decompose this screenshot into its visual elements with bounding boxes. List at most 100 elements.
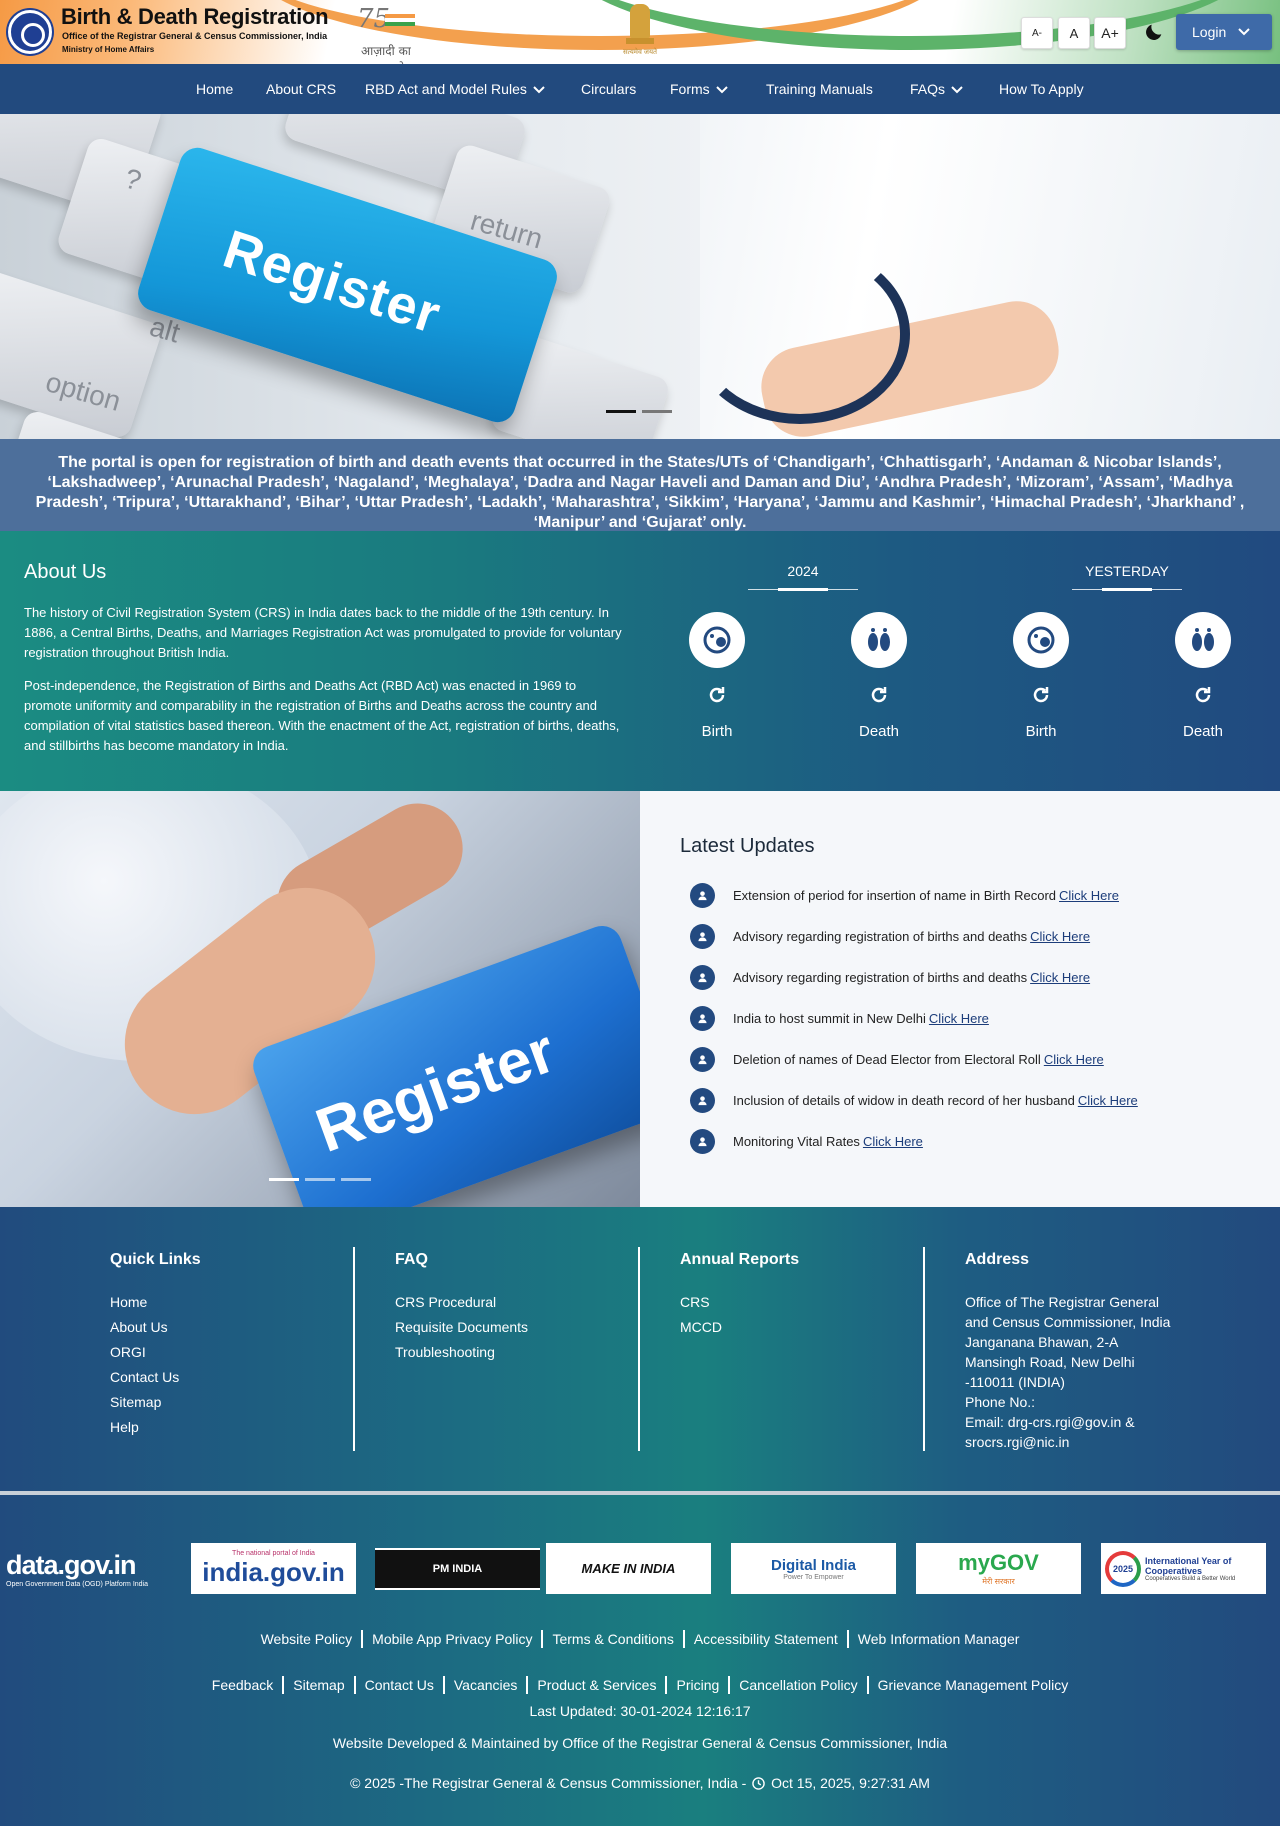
digital-india-logo[interactable]: Digital India Power To Empower: [731, 1543, 896, 1594]
nav-item-training-manuals[interactable]: Training Manuals: [766, 64, 873, 114]
policy-link[interactable]: Sitemap: [284, 1676, 356, 1694]
address-line: -110011 (INDIA): [965, 1374, 1065, 1390]
stats-period-underline: [1072, 588, 1182, 591]
nav-item-rbd-act[interactable]: RBD Act and Model Rules: [365, 64, 545, 114]
footer-link[interactable]: About Us: [110, 1319, 168, 1335]
update-click-here-link[interactable]: Click Here: [1059, 888, 1119, 903]
update-click-here-link[interactable]: Click Here: [929, 1011, 989, 1026]
refresh-icon[interactable]: [867, 683, 891, 707]
hero-carousel[interactable]: return alt option ? Register: [0, 114, 1280, 439]
stats-period-yesterday[interactable]: YESTERDAY: [1072, 563, 1182, 579]
address-block: Office of The Registrar General and Censu…: [965, 1292, 1175, 1452]
pm-india-logo[interactable]: PM INDIA: [375, 1548, 540, 1590]
footer-link[interactable]: CRS Procedural: [395, 1294, 496, 1310]
digital-india-logo-sub: Power To Empower: [783, 1573, 844, 1581]
policy-link[interactable]: Cancellation Policy: [730, 1676, 869, 1694]
font-normal-button[interactable]: A: [1058, 17, 1090, 49]
chevron-down-icon: [951, 86, 963, 94]
footer-link[interactable]: Requisite Documents: [395, 1319, 528, 1335]
nav-label: Circulars: [581, 81, 637, 97]
registration-notice: The portal is open for registration of b…: [0, 439, 1280, 531]
footer-link[interactable]: Home: [110, 1294, 147, 1310]
emblem-motto: सत्यमेव जयते: [622, 49, 658, 56]
nav-item-circulars[interactable]: Circulars: [581, 64, 636, 114]
data-gov-logo[interactable]: data.gov.in Open Government Data (OGD) P…: [6, 1543, 171, 1594]
footprint-icon: [1175, 612, 1231, 668]
update-click-here-link[interactable]: Click Here: [863, 1134, 923, 1149]
policy-link[interactable]: Feedback: [203, 1676, 285, 1694]
policy-link[interactable]: Pricing: [667, 1676, 731, 1694]
digital-india-logo-text: Digital India: [770, 1556, 856, 1574]
updates-slide-indicator-1[interactable]: [269, 1178, 299, 1181]
updates-image-carousel[interactable]: Register: [0, 791, 640, 1207]
make-in-india-logo-text: MAKE IN INDIA: [581, 1561, 676, 1576]
make-in-india-logo[interactable]: MAKE IN INDIA: [546, 1543, 711, 1594]
login-label: Login: [1192, 24, 1227, 40]
update-text: Advisory regarding registration of birth…: [733, 969, 1028, 985]
login-button[interactable]: Login: [1176, 14, 1272, 50]
copyright-line: © 2025 -The Registrar General & Census C…: [0, 1775, 1280, 1791]
footer-link[interactable]: Help: [110, 1419, 139, 1435]
policy-link[interactable]: Web Information Manager: [849, 1630, 1029, 1648]
updates-slide-indicator-2[interactable]: [305, 1178, 335, 1181]
nav-item-forms[interactable]: Forms: [670, 64, 728, 114]
address-line: Office of The Registrar General: [965, 1294, 1160, 1310]
mygov-logo[interactable]: myGOV मेरी सरकार: [916, 1543, 1081, 1594]
footer-link[interactable]: MCCD: [680, 1319, 722, 1335]
refresh-icon[interactable]: [1029, 683, 1053, 707]
footer-link[interactable]: Contact Us: [110, 1369, 179, 1385]
policy-links-row-1: Website Policy Mobile App Privacy Policy T…: [0, 1630, 1280, 1648]
update-click-here-link[interactable]: Click Here: [1078, 1093, 1138, 1108]
annual-reports-title: Annual Reports: [680, 1251, 800, 1268]
update-click-here-link[interactable]: Click Here: [1030, 929, 1090, 944]
policy-link[interactable]: Vacancies: [445, 1676, 529, 1694]
policy-links-row-2: Feedback Sitemap Contact Us Vacancies Produc…: [0, 1676, 1280, 1694]
policy-link[interactable]: Contact Us: [356, 1676, 445, 1694]
update-item: Advisory regarding registration of birth…: [690, 921, 1090, 951]
update-text: Monitoring Vital Rates: [733, 1133, 860, 1149]
policy-link[interactable]: Website Policy: [252, 1630, 364, 1648]
footer-link[interactable]: Troubleshooting: [395, 1344, 495, 1360]
crs-logo[interactable]: [8, 10, 52, 54]
font-increase-button[interactable]: A+: [1094, 17, 1126, 49]
update-click-here-link[interactable]: Click Here: [1044, 1052, 1104, 1067]
footer-separator: [0, 1491, 1280, 1495]
nav-item-faqs[interactable]: FAQs: [910, 64, 963, 114]
updates-slide-indicator-3[interactable]: [341, 1178, 371, 1181]
baby-icon: [1013, 612, 1069, 668]
stat-label-death: Death: [1182, 723, 1224, 740]
hero-slide-indicator-2[interactable]: [642, 410, 672, 413]
user-icon: [690, 1128, 715, 1154]
policy-link[interactable]: Terms & Conditions: [543, 1630, 685, 1648]
nav-item-about-crs[interactable]: About CRS: [266, 64, 336, 114]
about-title: About Us: [24, 561, 107, 583]
nav-item-home[interactable]: Home: [196, 64, 233, 114]
hero-slide-indicator-1[interactable]: [606, 410, 636, 413]
nav-item-how-to-apply[interactable]: How To Apply: [999, 64, 1084, 114]
user-icon: [690, 1005, 715, 1031]
nav-label: RBD Act and Model Rules: [365, 81, 527, 97]
data-gov-logo-sub: Open Government Data (OGD) Platform Indi…: [6, 1580, 148, 1588]
policy-link[interactable]: Mobile App Privacy Policy: [363, 1630, 544, 1648]
refresh-icon[interactable]: [705, 683, 729, 707]
footer-link[interactable]: ORGI: [110, 1344, 146, 1360]
stats-period-2024[interactable]: 2024: [748, 563, 858, 579]
nav-label: How To Apply: [999, 81, 1084, 97]
policy-link[interactable]: Product & Services: [528, 1676, 668, 1694]
update-item: Deletion of names of Dead Elector from E…: [690, 1044, 1104, 1074]
footer-link[interactable]: Sitemap: [110, 1394, 161, 1410]
stethoscope-image: [690, 244, 910, 424]
policy-link[interactable]: Accessibility Statement: [685, 1630, 849, 1648]
update-click-here-link[interactable]: Click Here: [1030, 970, 1090, 985]
chevron-down-icon: [715, 86, 728, 94]
dark-mode-moon-icon[interactable]: [1143, 21, 1165, 43]
font-decrease-button[interactable]: A-: [1021, 17, 1053, 49]
policy-link[interactable]: Grievance Management Policy: [869, 1676, 1078, 1694]
user-icon: [690, 1046, 715, 1072]
address-title: Address: [965, 1251, 1030, 1268]
footer-link[interactable]: CRS: [680, 1294, 710, 1310]
india-gov-logo[interactable]: The national portal of India india.gov.i…: [191, 1543, 356, 1594]
refresh-icon[interactable]: [1191, 683, 1215, 707]
cooperatives-logo[interactable]: 2025 International Year of Cooperatives …: [1101, 1543, 1266, 1594]
site-title[interactable]: Birth & Death Registration: [61, 4, 329, 30]
